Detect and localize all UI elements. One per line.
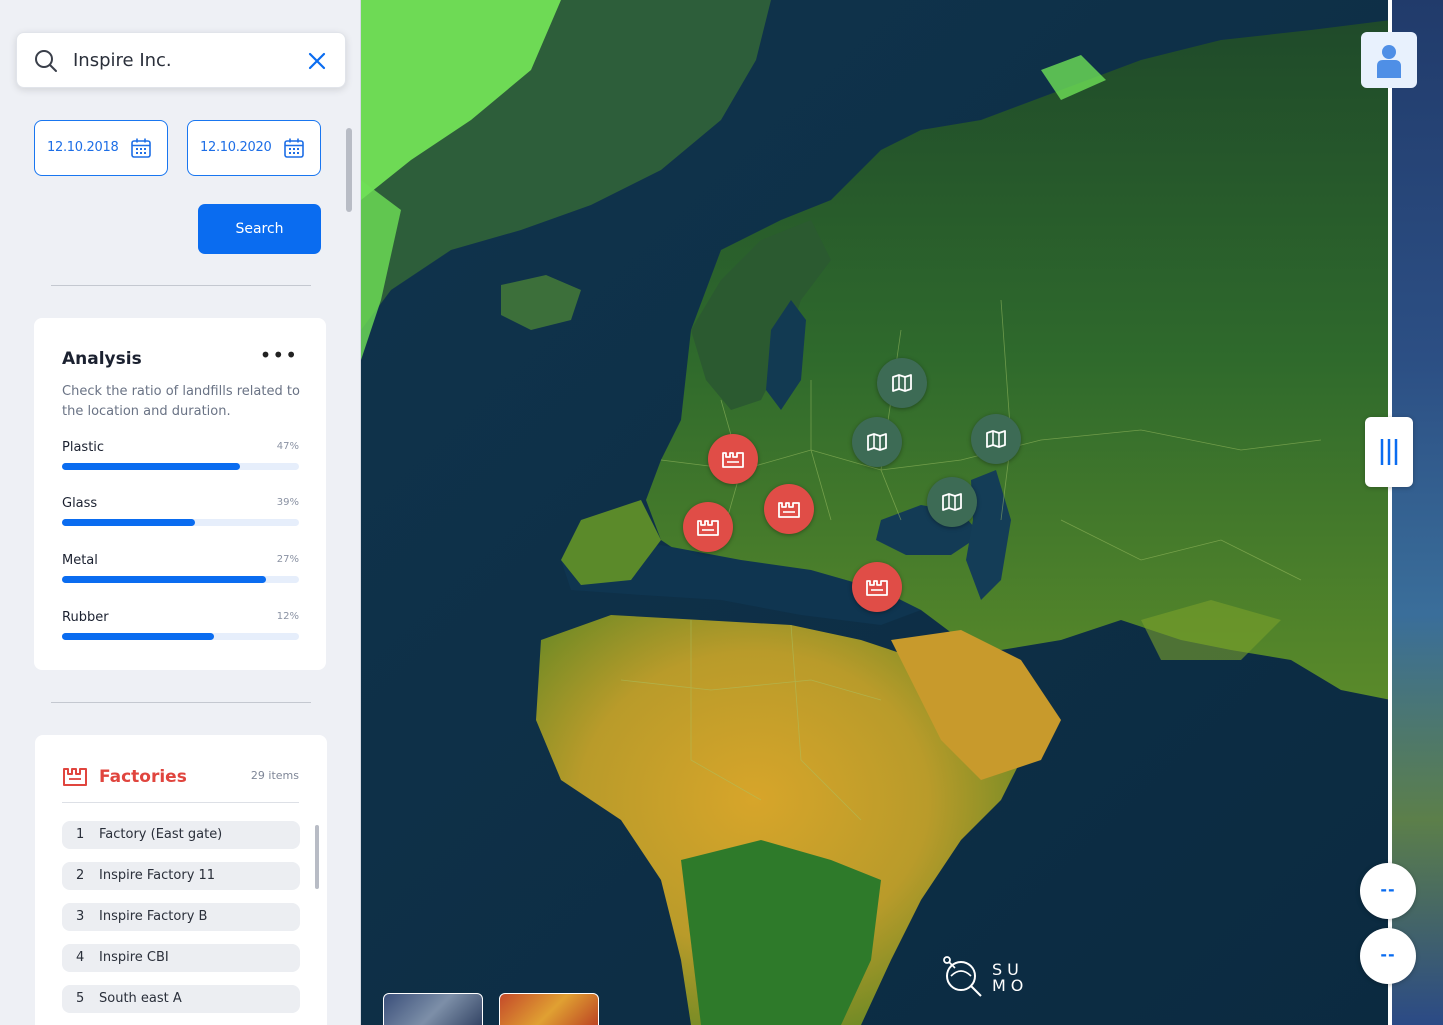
- date-from-field[interactable]: 12.10.2018: [34, 120, 168, 176]
- map-icon: [942, 493, 962, 511]
- divider: [62, 802, 299, 803]
- metric-fill: [62, 576, 266, 583]
- factory-icon: [778, 502, 800, 518]
- factories-count: 29 items: [250, 769, 299, 782]
- factory-marker[interactable]: [852, 562, 902, 612]
- search-icon: [34, 49, 58, 77]
- metric-percent: 39%: [276, 497, 299, 508]
- satellite-map[interactable]: -- -- SU MO: [361, 0, 1443, 1025]
- analysis-description: Check the ratio of landfills related to …: [62, 384, 300, 419]
- factory-icon: [62, 765, 88, 791]
- layer-thumbnail-satellite[interactable]: [383, 993, 483, 1025]
- metric-percent: 47%: [276, 441, 299, 452]
- item-number: 5: [76, 991, 85, 1006]
- item-name: Inspire Factory B: [99, 909, 208, 924]
- factory-list-item[interactable]: 2 Inspire Factory 11: [62, 862, 300, 890]
- zoom-out-label: --: [1380, 945, 1396, 964]
- user-icon: [1377, 45, 1401, 78]
- logo-text-line2: MO: [992, 976, 1029, 995]
- item-number: 2: [76, 868, 85, 883]
- metric-track: [62, 519, 299, 526]
- metric-fill: [62, 463, 240, 470]
- date-from-value: 12.10.2018: [47, 140, 119, 155]
- map-icon: [986, 430, 1006, 448]
- factory-marker[interactable]: [708, 434, 758, 484]
- sumo-logo: SU MO: [939, 952, 1023, 1004]
- search-query[interactable]: Inspire Inc.: [73, 50, 172, 71]
- zoom-in-label: --: [1380, 880, 1396, 899]
- metric-track: [62, 633, 299, 640]
- analysis-card: Analysis ••• Check the ratio of landfill…: [34, 318, 326, 670]
- factory-list-item[interactable]: 5 South east A: [62, 985, 300, 1013]
- metric-percent: 12%: [276, 611, 299, 622]
- metric-fill: [62, 519, 195, 526]
- item-name: Factory (East gate): [99, 827, 223, 842]
- factories-scrollbar[interactable]: [315, 825, 319, 889]
- drag-handle-icon: [1380, 439, 1398, 465]
- factory-icon: [866, 580, 888, 596]
- factory-icon: [722, 452, 744, 468]
- map-icon: [892, 374, 912, 392]
- factory-icon: [697, 520, 719, 536]
- item-number: 4: [76, 950, 85, 965]
- factory-list-item[interactable]: 3 Inspire Factory B: [62, 903, 300, 931]
- item-name: South east A: [99, 991, 182, 1006]
- metric-track: [62, 463, 299, 470]
- analysis-title: Analysis: [62, 349, 142, 369]
- sidebar-scrollbar[interactable]: [346, 128, 352, 212]
- landfill-marker[interactable]: [927, 477, 977, 527]
- calendar-icon[interactable]: [130, 137, 152, 163]
- zoom-out-button[interactable]: --: [1360, 928, 1416, 984]
- item-name: Inspire CBI: [99, 950, 169, 965]
- landfill-marker[interactable]: [971, 414, 1021, 464]
- metric-label: Glass: [62, 496, 98, 511]
- factory-marker[interactable]: [683, 502, 733, 552]
- more-options-icon[interactable]: •••: [260, 345, 298, 365]
- factory-list-item[interactable]: 1 Factory (East gate): [62, 821, 300, 849]
- user-profile-button[interactable]: [1361, 32, 1417, 88]
- map-icon: [867, 433, 887, 451]
- item-name: Inspire Factory 11: [99, 868, 216, 883]
- metric-fill: [62, 633, 214, 640]
- factories-card: Factories 29 items 1 Factory (East gate)…: [35, 735, 327, 1025]
- map-terrain: [361, 0, 1443, 1025]
- item-number: 1: [76, 827, 85, 842]
- metric-label: Rubber: [62, 610, 109, 625]
- metric-label: Plastic: [62, 440, 105, 455]
- clear-search-icon[interactable]: [307, 51, 327, 75]
- date-to-value: 12.10.2020: [200, 140, 272, 155]
- sidebar: Inspire Inc. 12.10.2018 12.10.2020 Searc…: [0, 0, 361, 1025]
- calendar-icon[interactable]: [283, 137, 305, 163]
- split-handle[interactable]: [1365, 417, 1413, 487]
- divider: [51, 702, 311, 703]
- search-button[interactable]: Search: [198, 204, 321, 254]
- metric-track: [62, 576, 299, 583]
- layer-thumbnail-heatmap[interactable]: [499, 993, 599, 1025]
- factories-title: Factories: [99, 767, 187, 787]
- item-number: 3: [76, 909, 85, 924]
- metric-percent: 27%: [276, 554, 299, 565]
- metric-label: Metal: [62, 553, 98, 568]
- factory-marker[interactable]: [764, 484, 814, 534]
- landfill-marker[interactable]: [852, 417, 902, 467]
- landfill-marker[interactable]: [877, 358, 927, 408]
- factory-list-item[interactable]: 4 Inspire CBI: [62, 944, 300, 972]
- date-to-field[interactable]: 12.10.2020: [187, 120, 321, 176]
- logo-icon: [943, 956, 982, 997]
- search-input[interactable]: Inspire Inc.: [16, 32, 346, 88]
- zoom-in-button[interactable]: --: [1360, 863, 1416, 919]
- divider: [51, 285, 311, 286]
